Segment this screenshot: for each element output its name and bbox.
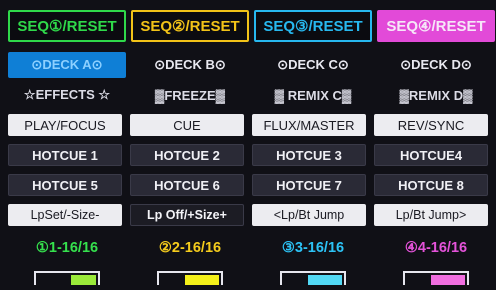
progress-fill [307,275,342,285]
cue-button[interactable]: CUE [130,114,244,136]
remix-d-button[interactable]: ▓REMIX D▓ [377,84,495,106]
deck-d-button[interactable]: ⊙DECK D⊙ [377,52,495,78]
jump-back-button[interactable]: <Lp/Bt Jump [252,204,366,226]
deck-1-position: ①1-16/16 [35,240,99,256]
progress-bar-row [8,270,494,286]
progress-bar [403,271,469,285]
hotcue-8-button[interactable]: HOTCUE 8 [374,174,488,196]
hotcue-7-button[interactable]: HOTCUE 7 [252,174,366,196]
hotcue-6-button[interactable]: HOTCUE 6 [130,174,244,196]
deck-a-button[interactable]: ⊙DECK A⊙ [8,52,126,78]
play-focus-button[interactable]: PLAY/FOCUS [8,114,122,136]
deck-b-button[interactable]: ⊙DECK B⊙ [131,52,249,78]
hotcue-row-2: HOTCUE 5 HOTCUE 6 HOTCUE 7 HOTCUE 8 [8,174,494,196]
deck-4-position: ④4-16/16 [404,240,468,256]
seq-row: SEQ①/RESET SEQ②/RESET SEQ③/RESET SEQ④/RE… [8,10,495,42]
rev-sync-button[interactable]: REV/SYNC [374,114,488,136]
seq-4-reset-button[interactable]: SEQ④/RESET [377,10,495,42]
deck-2-position: ②2-16/16 [158,240,222,256]
progress-fill [71,275,96,285]
flux-master-button[interactable]: FLUX/MASTER [252,114,366,136]
deck-4-progress [377,270,495,286]
freeze-button[interactable]: ▓FREEZE▓ [131,84,249,106]
hotcue-row-1: HOTCUE 1 HOTCUE 2 HOTCUE 3 HOTCUE4 [8,144,494,166]
transport-row: PLAY/FOCUS CUE FLUX/MASTER REV/SYNC [8,114,494,136]
seq-3-reset-button[interactable]: SEQ③/RESET [254,10,372,42]
deck-row: ⊙DECK A⊙ ⊙DECK B⊙ ⊙DECK C⊙ ⊙DECK D⊙ [8,52,494,78]
jump-forward-button[interactable]: Lp/Bt Jump> [374,204,488,226]
deck-3-progress [254,270,372,286]
loop-row: LpSet/-Size- Lp Off/+Size+ <Lp/Bt Jump L… [8,204,494,226]
hotcue-3-button[interactable]: HOTCUE 3 [252,144,366,166]
progress-fill [430,275,465,285]
progress-bar [280,271,346,285]
loop-off-size-up-button[interactable]: Lp Off/+Size+ [130,204,244,226]
position-row: ①1-16/16 ②2-16/16 ③3-16/16 ④4-16/16 [8,236,494,260]
deck-c-button[interactable]: ⊙DECK C⊙ [254,52,372,78]
remix-c-button[interactable]: ▓ REMIX C▓ [254,84,372,106]
deck-2-progress [131,270,249,286]
hotcue-2-button[interactable]: HOTCUE 2 [130,144,244,166]
seq-1-reset-button[interactable]: SEQ①/RESET [8,10,126,42]
hotcue-5-button[interactable]: HOTCUE 5 [8,174,122,196]
progress-bar [157,271,223,285]
seq-2-reset-button[interactable]: SEQ②/RESET [131,10,249,42]
progress-bar [34,271,100,285]
effects-row: ☆EFFECTS ☆ ▓FREEZE▓ ▓ REMIX C▓ ▓REMIX D▓ [8,84,494,106]
hotcue-1-button[interactable]: HOTCUE 1 [8,144,122,166]
loop-set-size-down-button[interactable]: LpSet/-Size- [8,204,122,226]
progress-fill [184,275,219,285]
deck-3-position: ③3-16/16 [281,240,345,256]
controller-screen: SEQ①/RESET SEQ②/RESET SEQ③/RESET SEQ④/RE… [0,0,496,290]
hotcue-4-button[interactable]: HOTCUE4 [374,144,488,166]
effects-button[interactable]: ☆EFFECTS ☆ [8,84,126,106]
deck-1-progress [8,270,126,286]
